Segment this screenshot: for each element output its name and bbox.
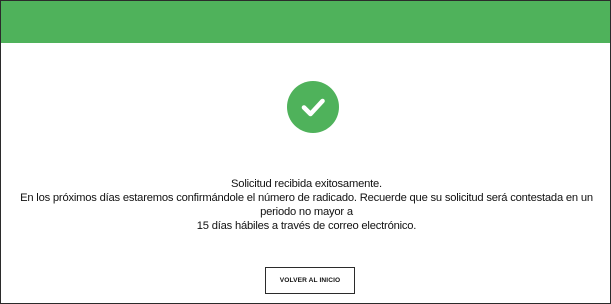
confirmation-page: Solicitud recibida exitosamente. En los … [0,0,611,304]
confirmation-detail-line-2: 15 días hábiles a través de correo elect… [196,220,417,232]
confirmation-message: Solicitud recibida exitosamente. En los … [7,177,606,233]
checkmark-circle-icon [287,81,339,133]
confirmation-title: Solicitud recibida exitosamente. [231,178,382,190]
checkmark-icon [301,98,325,117]
back-to-home-button[interactable]: VOLVER AL INICIO [265,267,355,294]
confirmation-content: Solicitud recibida exitosamente. En los … [1,43,610,303]
confirmation-detail-line-1: En los próximos días estaremos confirmán… [20,192,593,218]
header-bar [1,1,610,43]
